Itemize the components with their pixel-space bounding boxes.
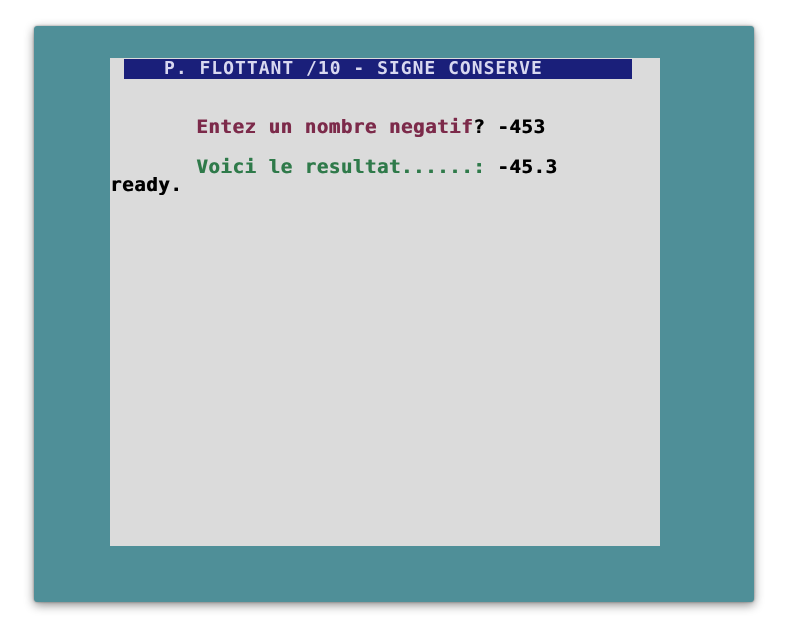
result-value: -45.3 xyxy=(497,156,558,178)
result-label: Voici le resultat......: xyxy=(196,156,486,178)
result-line: Voici le resultat......: -45.3 xyxy=(124,134,557,200)
program-title: P. FLOTTANT /10 - SIGNE CONSERVE xyxy=(164,58,543,79)
title-bar: P. FLOTTANT /10 - SIGNE CONSERVE xyxy=(124,59,632,79)
emulator-window: P. FLOTTANT /10 - SIGNE CONSERVE Entez u… xyxy=(34,26,754,602)
ready-prompt: ready. xyxy=(110,174,183,196)
text-screen: P. FLOTTANT /10 - SIGNE CONSERVE Entez u… xyxy=(110,58,660,546)
